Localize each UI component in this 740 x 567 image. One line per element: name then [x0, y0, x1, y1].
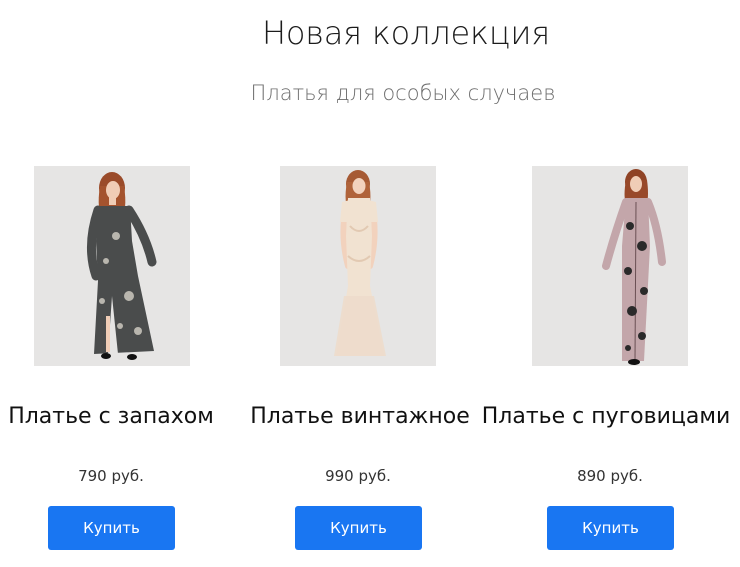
product-name[interactable]: Платье с пуговицами [476, 404, 736, 429]
product-price: 890 руб. [577, 467, 643, 485]
product-name[interactable]: Платье винтажное [230, 404, 490, 429]
product-price: 990 руб. [325, 467, 391, 485]
product-image[interactable] [34, 166, 190, 366]
buy-button[interactable]: Купить [547, 506, 674, 550]
product-card: Платье винтажное 990 руб. Купить [248, 0, 494, 567]
buy-button[interactable]: Купить [48, 506, 175, 550]
product-image[interactable] [280, 166, 436, 366]
product-price: 790 руб. [78, 467, 144, 485]
product-card: Платье с пуговицами 890 руб. Купить [482, 0, 740, 567]
product-card: Платье с запахом 790 руб. Купить [0, 0, 248, 567]
product-name[interactable]: Платье с запахом [0, 404, 241, 429]
product-image[interactable] [532, 166, 688, 366]
buy-button[interactable]: Купить [295, 506, 422, 550]
